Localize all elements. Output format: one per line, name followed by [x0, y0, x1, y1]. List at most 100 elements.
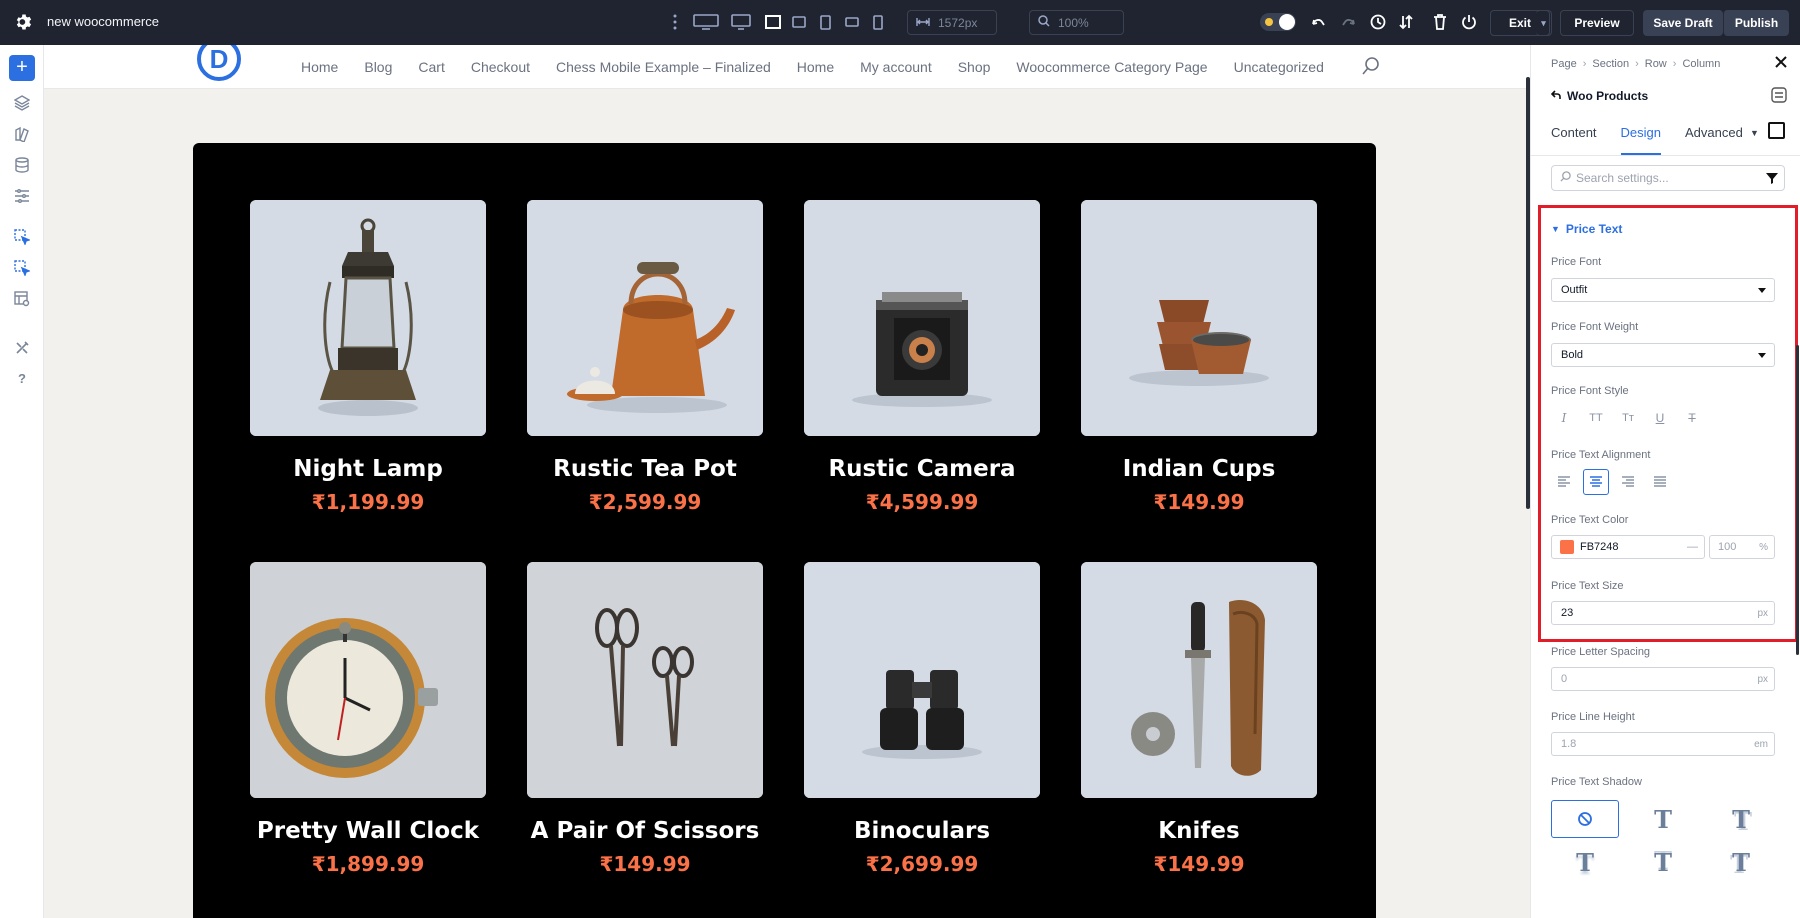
- history-icon[interactable]: [1368, 11, 1388, 33]
- preset-square-icon[interactable]: [1768, 122, 1785, 139]
- product-image-camera[interactable]: [804, 200, 1040, 436]
- theme-toggle[interactable]: [1260, 11, 1296, 33]
- nav-link-home-2[interactable]: Home: [797, 59, 834, 75]
- breadcrumb-section[interactable]: Section: [1592, 58, 1629, 70]
- tab-content[interactable]: Content: [1551, 121, 1597, 155]
- preview-button[interactable]: Preview: [1560, 10, 1634, 36]
- phone-view-icon[interactable]: [871, 11, 885, 33]
- nav-link-shop[interactable]: Shop: [958, 59, 991, 75]
- product-image-binoculars[interactable]: [804, 562, 1040, 798]
- color-swatch[interactable]: [1560, 540, 1574, 554]
- product-image-clock[interactable]: [250, 562, 486, 798]
- product-name[interactable]: Binoculars: [804, 818, 1040, 844]
- nav-link-my-account[interactable]: My account: [860, 59, 932, 75]
- nav-link-woocommerce-category[interactable]: Woocommerce Category Page: [1016, 59, 1207, 75]
- product-image-knife[interactable]: [1081, 562, 1317, 798]
- product-card[interactable]: Knifes ₹149.99: [1081, 562, 1317, 876]
- product-name[interactable]: Pretty Wall Clock: [250, 818, 486, 844]
- align-center-icon[interactable]: [1583, 469, 1609, 495]
- product-image-scissors[interactable]: [527, 562, 763, 798]
- product-card[interactable]: Indian Cups ₹149.99: [1081, 200, 1317, 514]
- tools-icon[interactable]: [11, 337, 33, 359]
- align-justify-icon[interactable]: [1647, 469, 1673, 495]
- price-text-color-input[interactable]: FB7248 —: [1551, 535, 1705, 559]
- back-arrow-icon[interactable]: [1550, 89, 1561, 103]
- panel-scrollbar[interactable]: [1796, 345, 1799, 655]
- nav-link-blog[interactable]: Blog: [364, 59, 392, 75]
- publish-button[interactable]: Publish: [1723, 10, 1789, 36]
- select-element-icon[interactable]: [11, 226, 33, 248]
- filter-icon[interactable]: [1766, 172, 1778, 184]
- tablet-view-icon[interactable]: [817, 11, 833, 33]
- strikethrough-icon[interactable]: T: [1679, 405, 1705, 431]
- shadow-preset-4-icon[interactable]: T: [1629, 843, 1697, 881]
- site-logo[interactable]: D: [197, 45, 241, 81]
- product-name[interactable]: A Pair Of Scissors: [527, 818, 763, 844]
- price-text-color-opacity-input[interactable]: 100 %: [1709, 535, 1775, 559]
- product-name[interactable]: Indian Cups: [1081, 456, 1317, 482]
- product-card[interactable]: Binoculars ₹2,699.99: [804, 562, 1040, 876]
- desktop-wide-view-icon[interactable]: [692, 11, 720, 33]
- sort-arrows-icon[interactable]: [1396, 11, 1416, 33]
- design-library-icon[interactable]: [11, 123, 33, 145]
- product-card[interactable]: Pretty Wall Clock ₹1,899.99: [250, 562, 486, 876]
- help-icon[interactable]: ?: [11, 367, 33, 389]
- save-draft-button[interactable]: Save Draft: [1643, 10, 1723, 36]
- product-name[interactable]: Knifes: [1081, 818, 1317, 844]
- product-name[interactable]: Rustic Tea Pot: [527, 456, 763, 482]
- product-image-kettle[interactable]: [527, 200, 763, 436]
- woo-products-module[interactable]: Night Lamp ₹1,199.99 Rustic Tea Pot ₹2,5…: [193, 143, 1376, 918]
- tab-design[interactable]: Design: [1620, 121, 1662, 155]
- product-name[interactable]: Rustic Camera: [804, 456, 1040, 482]
- shadow-preset-2-icon[interactable]: T: [1707, 800, 1775, 838]
- product-card[interactable]: Rustic Tea Pot ₹2,599.99: [527, 200, 763, 514]
- price-font-weight-select[interactable]: Bold: [1551, 343, 1775, 367]
- underline-icon[interactable]: U: [1647, 405, 1673, 431]
- page-settings-icon[interactable]: [11, 185, 33, 207]
- align-left-icon[interactable]: [1551, 469, 1577, 495]
- tablet-landscape-view-icon[interactable]: [790, 11, 808, 33]
- product-card[interactable]: Rustic Camera ₹4,599.99: [804, 200, 1040, 514]
- settings-search-input[interactable]: Search settings...: [1551, 165, 1785, 191]
- align-right-icon[interactable]: [1615, 469, 1641, 495]
- price-letter-spacing-input[interactable]: 0 px: [1551, 667, 1775, 691]
- add-module-button[interactable]: +: [9, 55, 35, 81]
- product-image-cups[interactable]: [1081, 200, 1317, 436]
- breadcrumb-row[interactable]: Row: [1645, 58, 1667, 70]
- price-text-size-input[interactable]: 23 px: [1551, 601, 1775, 625]
- module-options-icon[interactable]: [1771, 87, 1787, 103]
- uppercase-icon[interactable]: TT: [1583, 405, 1609, 431]
- shadow-none-icon[interactable]: [1551, 800, 1619, 838]
- zoom-field[interactable]: 100%: [1029, 10, 1124, 35]
- phone-landscape-view-icon[interactable]: [843, 11, 861, 33]
- price-line-height-input[interactable]: 1.8 em: [1551, 732, 1775, 756]
- nav-link-home[interactable]: Home: [301, 59, 338, 75]
- breadcrumb-column[interactable]: Column: [1682, 58, 1720, 70]
- shadow-preset-3-icon[interactable]: T: [1551, 843, 1619, 881]
- drag-handle-icon[interactable]: [670, 11, 680, 33]
- tabs-more-chevron-icon[interactable]: ▼: [1750, 128, 1759, 138]
- product-card[interactable]: A Pair Of Scissors ₹149.99: [527, 562, 763, 876]
- power-icon[interactable]: [1459, 11, 1479, 33]
- canvas-width-field[interactable]: 1572px: [907, 10, 997, 35]
- product-card[interactable]: Night Lamp ₹1,199.99: [250, 200, 486, 514]
- breadcrumb-page[interactable]: Page: [1551, 58, 1577, 70]
- italic-icon[interactable]: I: [1551, 405, 1577, 431]
- product-name[interactable]: Night Lamp: [250, 456, 486, 482]
- exit-dropdown-chevron-icon[interactable]: ▾: [1536, 10, 1552, 36]
- product-image-lantern[interactable]: [250, 200, 486, 436]
- trash-icon[interactable]: [1430, 11, 1450, 33]
- nav-link-uncategorized[interactable]: Uncategorized: [1234, 59, 1324, 75]
- settings-gear-icon[interactable]: [14, 12, 34, 32]
- nav-link-checkout[interactable]: Checkout: [471, 59, 530, 75]
- laptop-view-icon[interactable]: [763, 11, 783, 33]
- undo-icon[interactable]: [1309, 11, 1329, 33]
- database-icon[interactable]: [11, 154, 33, 176]
- site-search-icon[interactable]: [1361, 56, 1381, 76]
- close-icon[interactable]: [1774, 55, 1788, 69]
- desktop-view-icon[interactable]: [730, 11, 752, 33]
- nav-link-chess-mobile[interactable]: Chess Mobile Example – Finalized: [556, 59, 771, 75]
- shadow-preset-5-icon[interactable]: T: [1707, 843, 1775, 881]
- layers-icon[interactable]: [11, 92, 33, 114]
- price-font-select[interactable]: Outfit: [1551, 278, 1775, 302]
